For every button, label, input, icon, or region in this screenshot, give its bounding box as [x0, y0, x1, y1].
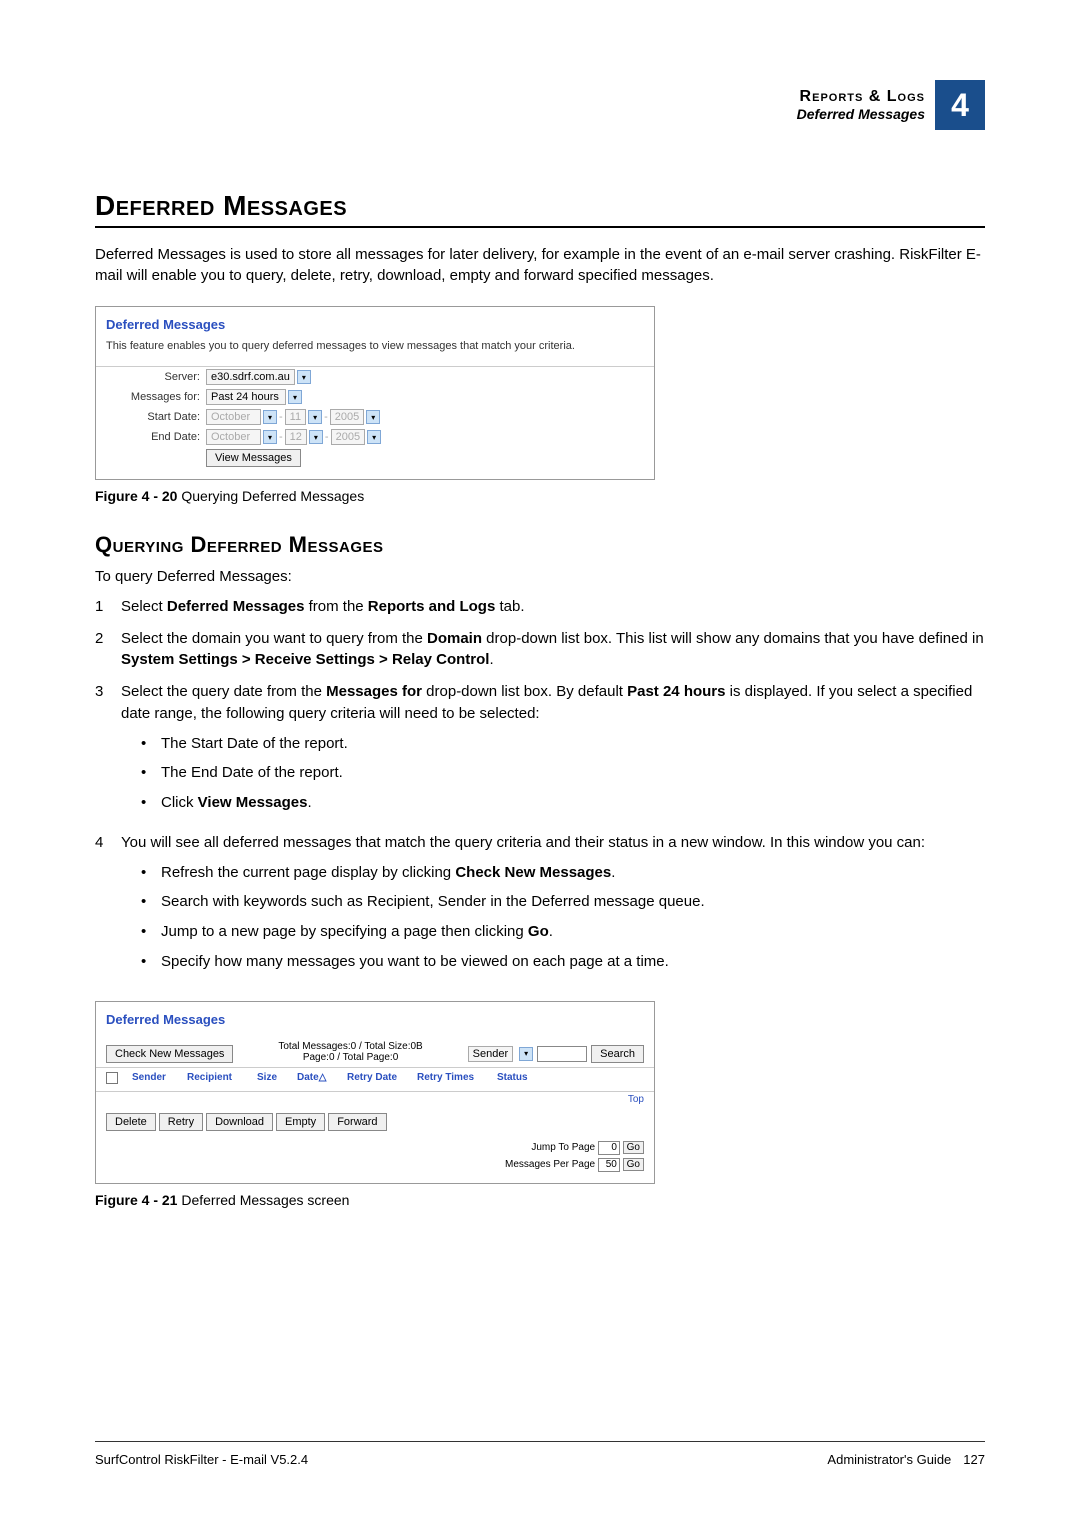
- footer-product: SurfControl RiskFilter - E-mail V5.2.4: [95, 1452, 308, 1467]
- messages-per-page-input[interactable]: 50: [598, 1158, 620, 1172]
- bullet-text: Jump to a new page by specifying a page …: [161, 921, 553, 943]
- dropdown-arrow-icon[interactable]: ▾: [297, 370, 311, 384]
- jump-go-button[interactable]: Go: [623, 1141, 644, 1154]
- start-year-select[interactable]: 2005: [330, 409, 364, 425]
- totals-display: Total Messages:0 / Total Size:0B Page:0 …: [243, 1041, 457, 1063]
- step-1-text: Select Deferred Messages from the Report…: [121, 596, 985, 618]
- step-4-text: You will see all deferred messages that …: [121, 832, 985, 981]
- bullet-text: Click View Messages.: [161, 792, 312, 814]
- col-recipient[interactable]: Recipient: [181, 1072, 251, 1087]
- ss1-description: This feature enables you to query deferr…: [106, 336, 644, 360]
- screenshot-query-form: Deferred Messages This feature enables y…: [95, 306, 655, 480]
- top-link[interactable]: Top: [628, 1094, 644, 1105]
- page-header: Reports & Logs Deferred Messages 4: [95, 80, 985, 130]
- step-number: 1: [95, 596, 121, 618]
- dropdown-arrow-icon[interactable]: ▾: [288, 390, 302, 404]
- table-header-row: Sender Recipient Size Date△ Retry Date R…: [96, 1067, 654, 1092]
- server-label: Server:: [106, 371, 206, 383]
- empty-button[interactable]: Empty: [276, 1113, 325, 1131]
- col-retry-times[interactable]: Retry Times: [411, 1072, 491, 1087]
- messages-for-label: Messages for:: [106, 391, 206, 403]
- dropdown-arrow-icon[interactable]: ▾: [263, 430, 277, 444]
- page-title: Deferred Messages: [95, 190, 985, 228]
- end-year-select[interactable]: 2005: [331, 429, 365, 445]
- start-month-select[interactable]: October: [206, 409, 261, 425]
- col-sender[interactable]: Sender: [126, 1072, 181, 1087]
- check-new-messages-button[interactable]: Check New Messages: [106, 1045, 233, 1063]
- view-messages-button[interactable]: View Messages: [206, 449, 301, 467]
- search-input[interactable]: [537, 1046, 587, 1062]
- figure-1-caption: Figure 4 - 20 Querying Deferred Messages: [95, 488, 985, 504]
- footer-doc-title: Administrator's Guide: [827, 1452, 951, 1467]
- col-status[interactable]: Status: [491, 1072, 541, 1087]
- end-month-select[interactable]: October: [206, 429, 261, 445]
- bullet-text: Search with keywords such as Recipient, …: [161, 891, 705, 913]
- per-page-go-button[interactable]: Go: [623, 1158, 644, 1171]
- chapter-number-badge: 4: [935, 80, 985, 130]
- search-button[interactable]: Search: [591, 1045, 644, 1063]
- header-subtitle: Deferred Messages: [797, 106, 925, 122]
- figure-2-caption: Figure 4 - 21 Deferred Messages screen: [95, 1192, 985, 1208]
- sort-icon: △: [319, 1072, 327, 1083]
- delete-button[interactable]: Delete: [106, 1113, 156, 1131]
- step-number: 4: [95, 832, 121, 981]
- retry-button[interactable]: Retry: [159, 1113, 203, 1131]
- jump-to-page-label: Jump To Page: [531, 1142, 595, 1153]
- bullet-text: The End Date of the report.: [161, 762, 343, 784]
- messages-for-select[interactable]: Past 24 hours: [206, 389, 286, 405]
- ss2-title: Deferred Messages: [106, 1008, 644, 1031]
- section-heading: Querying Deferred Messages: [95, 532, 985, 558]
- step-3-text: Select the query date from the Messages …: [121, 681, 985, 822]
- bullet-text: Specify how many messages you want to be…: [161, 951, 669, 973]
- step-2-text: Select the domain you want to query from…: [121, 628, 985, 672]
- search-field-select[interactable]: Sender: [468, 1046, 513, 1062]
- start-day-select[interactable]: 11: [285, 409, 306, 425]
- lead-text: To query Deferred Messages:: [95, 566, 985, 588]
- header-section-title: Reports & Logs: [797, 88, 925, 106]
- jump-to-page-input[interactable]: 0: [598, 1141, 620, 1155]
- dropdown-arrow-icon[interactable]: ▾: [263, 410, 277, 424]
- messages-per-page-label: Messages Per Page: [505, 1159, 595, 1170]
- col-date[interactable]: Date△: [291, 1072, 341, 1087]
- bullet-text: Refresh the current page display by clic…: [161, 862, 615, 884]
- col-size[interactable]: Size: [251, 1072, 291, 1087]
- forward-button[interactable]: Forward: [328, 1113, 386, 1131]
- footer-page-number: 127: [963, 1452, 985, 1467]
- intro-paragraph: Deferred Messages is used to store all m…: [95, 244, 985, 286]
- page-footer: SurfControl RiskFilter - E-mail V5.2.4 A…: [95, 1441, 985, 1467]
- step-number: 2: [95, 628, 121, 672]
- dropdown-arrow-icon[interactable]: ▾: [519, 1047, 533, 1061]
- end-day-select[interactable]: 12: [285, 429, 307, 445]
- step-number: 3: [95, 681, 121, 822]
- screenshot-results: Deferred Messages Check New Messages Tot…: [95, 1001, 655, 1184]
- download-button[interactable]: Download: [206, 1113, 273, 1131]
- ss1-title: Deferred Messages: [106, 313, 644, 336]
- start-date-label: Start Date:: [106, 411, 206, 423]
- bullet-text: The Start Date of the report.: [161, 733, 348, 755]
- col-retry-date[interactable]: Retry Date: [341, 1072, 411, 1087]
- select-all-checkbox[interactable]: [106, 1072, 118, 1084]
- dropdown-arrow-icon[interactable]: ▾: [309, 430, 323, 444]
- server-select[interactable]: e30.sdrf.com.au: [206, 369, 295, 385]
- end-date-label: End Date:: [106, 431, 206, 443]
- dropdown-arrow-icon[interactable]: ▾: [308, 410, 322, 424]
- dropdown-arrow-icon[interactable]: ▾: [367, 430, 381, 444]
- dropdown-arrow-icon[interactable]: ▾: [366, 410, 380, 424]
